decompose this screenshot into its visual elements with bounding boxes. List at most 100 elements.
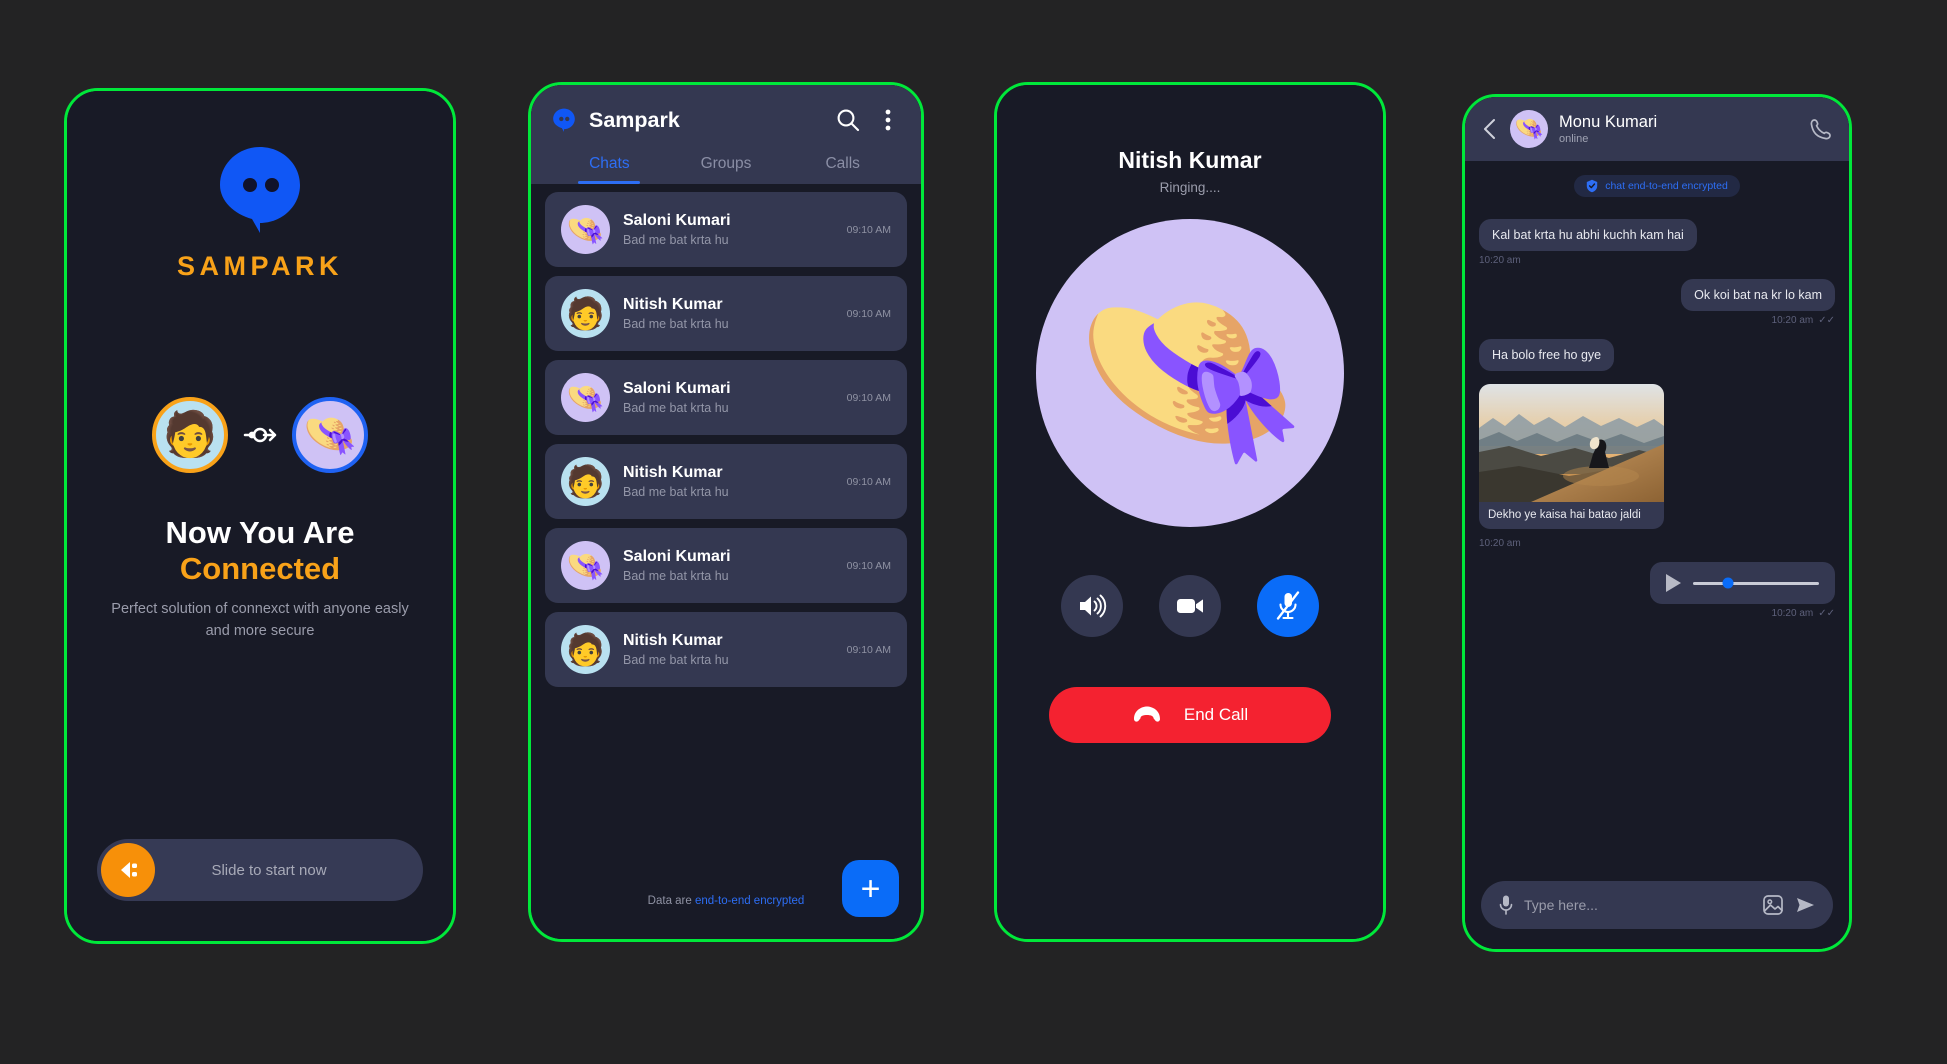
call-status: Ringing.... [1159,180,1221,195]
new-chat-fab[interactable]: + [842,860,899,917]
read-receipt-icon: ✓✓ [1818,608,1835,619]
plus-icon: + [860,869,881,908]
chat-timestamp: 09:10 AM [846,559,891,572]
end-call-button[interactable]: End Call [1049,687,1331,743]
plug-left-icon[interactable] [101,843,155,897]
conversation-header: 👒 Monu Kumari online [1465,97,1849,161]
list-item: Ha bolo free ho gye [1479,339,1835,371]
timestamp-text: 10:20 am [1771,608,1814,619]
chevron-left-icon[interactable] [1481,118,1499,140]
chat-snippet: Bad me bat krta hu [623,233,729,247]
voice-message-bubble[interactable] [1650,562,1835,604]
message-list: chat end-to-end encrypted Kal bat krta h… [1465,161,1849,869]
message-timestamp: 10:20 am [1479,538,1521,549]
chat-contact-name: Saloni Kumari [623,548,731,565]
list-item: Kal bat krta hu abhi kuchh kam hai 10:20… [1479,219,1835,266]
tab-bar: Chats Groups Calls [551,155,901,184]
table-row[interactable]: 🧑 Nitish Kumar Bad me bat krta hu 09:10 … [545,276,907,351]
tab-groups[interactable]: Groups [668,155,785,184]
phone-hangup-icon [1132,705,1162,725]
tab-calls[interactable]: Calls [784,155,901,184]
tab-chats[interactable]: Chats [551,155,668,184]
chat-row-text: Nitish Kumar Bad me bat krta hu [623,464,834,499]
message-bubble: Ha bolo free ho gye [1479,339,1615,371]
timestamp-text: 10:20 am [1771,315,1814,326]
message-bubble: Ok koi bat na kr lo kam [1681,279,1835,311]
image-icon[interactable] [1762,894,1784,916]
message-timestamp: 10:20 am [1479,255,1521,266]
memoji-female-hat-avatar: 👒 [292,397,368,473]
read-receipt-icon: ✓✓ [1818,315,1835,326]
chat-snippet: Bad me bat krta hu [623,401,729,415]
search-icon[interactable] [835,107,861,133]
voice-progress-slider[interactable] [1693,577,1819,589]
chat-row-text: Nitish Kumar Bad me bat krta hu [623,296,834,331]
slide-to-start-button[interactable]: Slide to start now [97,839,423,901]
table-row[interactable]: 👒 Saloni Kumari Bad me bat krta hu 09:10… [545,528,907,603]
memoji-female-hat-avatar: 👒 [561,205,610,254]
app-title: Sampark [589,107,680,132]
chat-row-text: Nitish Kumar Bad me bat krta hu [623,632,834,667]
caller-name: Nitish Kumar [1118,147,1262,173]
chat-list-screen: Sampark Chats Groups Calls 👒 Saloni Kuma… [531,85,921,939]
chat-row-text: Saloni Kumari Bad me bat krta hu [623,548,834,583]
slider-thumb[interactable] [1722,577,1734,589]
speaker-icon[interactable] [1061,575,1123,637]
chat-timestamp: 09:10 AM [846,475,891,488]
chat-snippet: Bad me bat krta hu [623,485,729,499]
table-row[interactable]: 🧑 Nitish Kumar Bad me bat krta hu 09:10 … [545,444,907,519]
encryption-note-prefix: Data are [647,895,695,907]
message-timestamp: 10:20 am ✓✓ [1479,608,1835,619]
desert-mountain-sunset-photo [1479,384,1664,502]
contact-status: online [1559,133,1589,145]
status-badge: chat end-to-end encrypted [1574,175,1740,197]
chat-blob-icon [551,107,577,133]
phone-frame-onboarding: SAMPARK 🧑 👒 Now You Are Connected Perfec… [64,88,456,944]
chat-row-text: Saloni Kumari Bad me bat krta hu [623,380,834,415]
call-screen: Nitish Kumar Ringing.... 👒 End Call [997,85,1383,939]
chat-timestamp: 09:10 AM [846,223,891,236]
app-header: Sampark Chats Groups Calls [531,85,921,184]
play-icon[interactable] [1666,574,1681,592]
list-item: Dekho ye kaisa hai batao jaldi 10:20 am [1479,384,1835,549]
page-title: Now You Are Connected [67,515,453,588]
message-timestamp: 10:20 am ✓✓ [1479,315,1835,326]
chat-list: 👒 Saloni Kumari Bad me bat krta hu 09:10… [531,184,921,851]
chat-contact-name: Saloni Kumari [623,212,731,229]
table-row[interactable]: 👒 Saloni Kumari Bad me bat krta hu 09:10… [545,192,907,267]
onboarding-screen: SAMPARK 🧑 👒 Now You Are Connected Perfec… [67,91,453,941]
chat-contact-name: Saloni Kumari [623,380,731,397]
contact-meta: Monu Kumari online [1559,113,1797,145]
shield-lock-icon [1586,179,1598,193]
headline-line-2: Connected [179,551,341,587]
list-item: 10:20 am ✓✓ [1479,562,1835,619]
image-message-bubble[interactable]: Dekho ye kaisa hai batao jaldi [1479,384,1664,529]
phone-icon[interactable] [1808,117,1833,142]
memoji-male-avatar: 🧑 [152,397,228,473]
connected-avatars: 🧑 👒 [67,397,453,473]
encryption-note-link[interactable]: end-to-end encrypted [695,895,804,907]
chat-snippet: Bad me bat krta hu [623,569,729,583]
chat-timestamp: 09:10 AM [846,643,891,656]
microphone-muted-icon[interactable] [1257,575,1319,637]
header-top-row: Sampark [551,107,901,133]
end-call-label: End Call [1183,705,1249,724]
chat-snippet: Bad me bat krta hu [623,317,729,331]
call-controls [997,575,1383,637]
three-dot-menu-icon[interactable] [875,107,901,133]
slide-to-start-label: Slide to start now [211,861,327,879]
phone-frame-conversation: 👒 Monu Kumari online chat end-to-end enc… [1462,94,1852,952]
table-row[interactable]: 👒 Saloni Kumari Bad me bat krta hu 09:10… [545,360,907,435]
microphone-icon[interactable] [1498,894,1514,916]
memoji-male-avatar: 🧑 [561,289,610,338]
table-row[interactable]: 🧑 Nitish Kumar Bad me bat krta hu 09:10 … [545,612,907,687]
list-item: Ok koi bat na kr lo kam 10:20 am ✓✓ [1479,279,1835,326]
image-caption: Dekho ye kaisa hai batao jaldi [1488,509,1641,521]
send-icon[interactable] [1794,894,1816,916]
search-input[interactable]: Type here... [1524,897,1752,913]
memoji-female-hat-avatar[interactable]: 👒 [1510,110,1548,148]
chat-contact-name: Nitish Kumar [623,632,723,649]
brand-lockup: SAMPARK [67,141,453,282]
message-composer[interactable]: Type here... [1481,881,1833,929]
video-camera-icon[interactable] [1159,575,1221,637]
